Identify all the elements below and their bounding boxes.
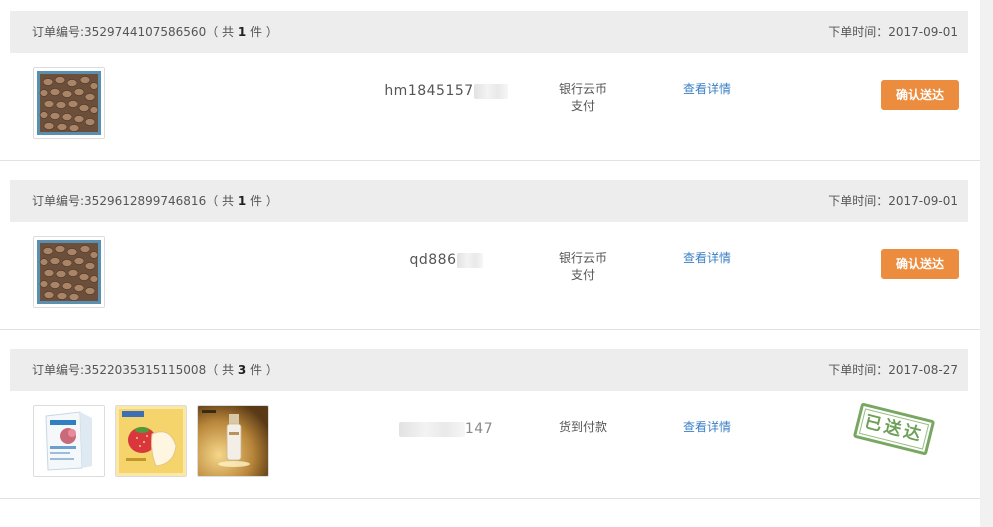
count-close: 件 ） [246, 363, 278, 377]
order-header: 订单编号:3529612899746816（ 共 1 件 ） 下单时间：2017… [10, 180, 968, 222]
order-divider [0, 329, 980, 330]
order-header: 订单编号:3522035315115008（ 共 3 件 ） 下单时间：2017… [10, 349, 968, 391]
order-time: 2017-08-27 [888, 363, 958, 377]
buyer-account: 147 [366, 421, 526, 437]
count-open: （ 共 [206, 363, 238, 377]
buyer-account-text: qd886 [409, 252, 457, 268]
order-header: 订单编号:3529744107586560（ 共 1 件 ） 下单时间：2017… [10, 11, 968, 53]
order-body: 147 货到付款 查看详情 已送达 [10, 391, 968, 498]
count-open: （ 共 [206, 194, 238, 208]
order-number: 3529612899746816 [84, 194, 207, 208]
page-scrollbar-track[interactable] [980, 0, 993, 527]
order-number: 3529744107586560 [84, 25, 207, 39]
payment-line-2: 支付 [570, 99, 595, 113]
count-close: 件 ） [246, 25, 278, 39]
order-number-line: 订单编号:3529612899746816（ 共 1 件 ） [32, 180, 278, 222]
order-number-label: 订单编号: [32, 363, 85, 377]
redacted-blur [473, 83, 508, 99]
buyer-account-text: 147 [464, 421, 494, 437]
item-count: 1 [237, 25, 247, 39]
order-time-line: 下单时间：2017-08-27 [828, 349, 958, 391]
delivered-stamp: 已送达 [852, 402, 936, 456]
item-count: 3 [237, 363, 247, 377]
redacted-blur [398, 421, 465, 437]
product-thumbnail[interactable] [33, 405, 105, 477]
item-count: 1 [237, 194, 247, 208]
product-thumbnail[interactable] [115, 405, 187, 477]
order-number-line: 订单编号:3529744107586560（ 共 1 件 ） [32, 11, 278, 53]
buyer-account-text: hm1845157 [384, 83, 474, 99]
buyer-account: hm1845157 [366, 83, 526, 99]
serum-bottle-image [198, 406, 268, 476]
confirm-delivery-button[interactable]: 确认送达 [881, 249, 959, 279]
skincare-box-image [34, 406, 104, 476]
order-time: 2017-09-01 [888, 194, 958, 208]
order-time: 2017-09-01 [888, 25, 958, 39]
view-details-link[interactable]: 查看详情 [670, 81, 744, 98]
view-details-link[interactable]: 查看详情 [670, 250, 744, 267]
order-body: qd886 银行云币 支付 查看详情 确认送达 [10, 222, 968, 329]
payment-method: 货到付款 [540, 419, 626, 436]
buyer-account: qd886 [366, 252, 526, 268]
order-divider [0, 498, 980, 499]
payment-line-1: 银行云币 [558, 251, 607, 265]
peanut-product-image [34, 237, 104, 307]
strawberry-mask-box-image [116, 406, 186, 476]
order-number-label: 订单编号: [32, 194, 85, 208]
order-time-label: 下单时间： [828, 363, 889, 377]
payment-method: 银行云币 支付 [540, 250, 626, 284]
count-close: 件 ） [246, 194, 278, 208]
order-number: 3522035315115008 [84, 363, 207, 377]
order-divider [0, 160, 980, 161]
confirm-delivery-button[interactable]: 确认送达 [881, 80, 959, 110]
payment-line-1: 银行云币 [558, 82, 607, 96]
payment-line-1: 货到付款 [558, 420, 607, 434]
payment-method: 银行云币 支付 [540, 81, 626, 115]
payment-line-2: 支付 [570, 268, 595, 282]
order-body: hm1845157 银行云币 支付 查看详情 确认送达 [10, 53, 968, 160]
order-time-line: 下单时间：2017-09-01 [828, 11, 958, 53]
order-time-line: 下单时间：2017-09-01 [828, 180, 958, 222]
order-time-label: 下单时间： [828, 194, 889, 208]
order-number-label: 订单编号: [32, 25, 85, 39]
product-thumbnail[interactable] [33, 67, 105, 139]
product-thumbnail[interactable] [33, 236, 105, 308]
stamp-inner-border [858, 408, 930, 450]
count-open: （ 共 [206, 25, 238, 39]
redacted-blur [456, 252, 483, 268]
product-thumbnail[interactable] [197, 405, 269, 477]
view-details-link[interactable]: 查看详情 [670, 419, 744, 436]
order-time-label: 下单时间： [828, 25, 889, 39]
peanut-product-image [34, 68, 104, 138]
order-number-line: 订单编号:3522035315115008（ 共 3 件 ） [32, 349, 278, 391]
